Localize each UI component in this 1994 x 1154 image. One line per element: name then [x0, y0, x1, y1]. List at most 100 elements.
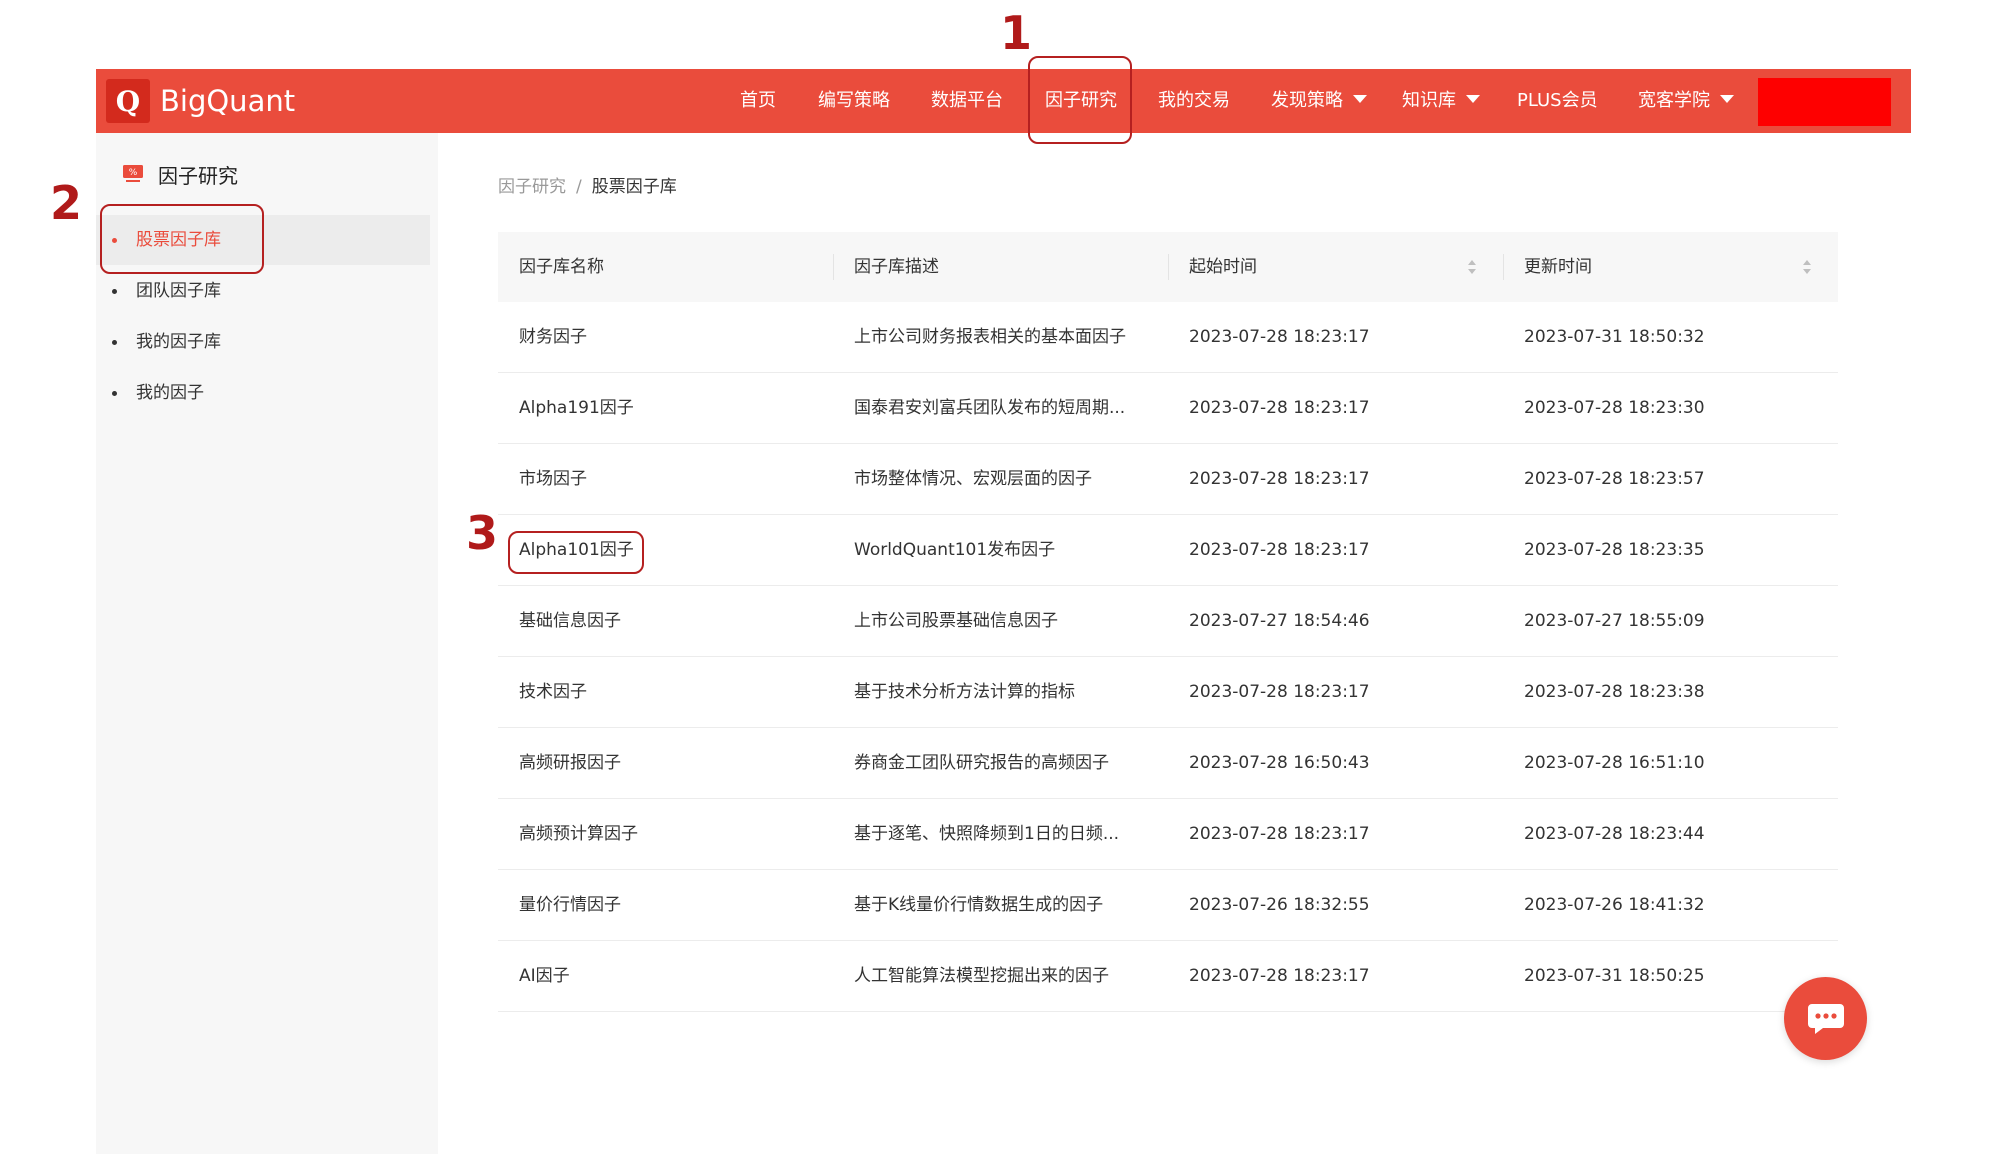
table-row[interactable]: 基础信息因子 上市公司股票基础信息因子 2023-07-27 18:54:46 …: [498, 586, 1838, 657]
cell-update-time: 2023-07-28 18:23:44: [1524, 824, 1705, 844]
cell-description: 国泰君安刘富兵团队发布的短周期...: [854, 398, 1126, 418]
nav-item-home[interactable]: 首页: [740, 69, 776, 133]
sidebar-item-label: 我的因子库: [136, 332, 221, 352]
cell-description: 基于技术分析方法计算的指标: [854, 682, 1075, 702]
cell-name[interactable]: 高频研报因子: [519, 728, 621, 798]
cell-name[interactable]: 市场因子: [519, 444, 587, 514]
table-row[interactable]: 量价行情因子 基于K线量价行情数据生成的因子 2023-07-26 18:32:…: [498, 870, 1838, 941]
brand-name: BigQuant: [160, 84, 296, 118]
column-header-update-time[interactable]: 更新时间: [1524, 232, 1592, 302]
logo-mark-icon: Q: [106, 79, 150, 123]
nav-item-label: 宽客学院: [1638, 90, 1710, 111]
breadcrumb-parent[interactable]: 因子研究: [498, 177, 566, 197]
cell-name[interactable]: 高频预计算因子: [519, 799, 638, 869]
cell-update-time: 2023-07-26 18:41:32: [1524, 895, 1705, 915]
cell-start-time: 2023-07-28 18:23:17: [1189, 682, 1370, 702]
table-row[interactable]: 市场因子 市场整体情况、宏观层面的因子 2023-07-28 18:23:17 …: [498, 444, 1838, 515]
table-row[interactable]: Alpha191因子 国泰君安刘富兵团队发布的短周期... 2023-07-28…: [498, 373, 1838, 444]
annotation-box-factor-research: [1028, 56, 1132, 144]
sidebar-item-my-factors[interactable]: 我的因子: [96, 368, 430, 418]
cell-update-time: 2023-07-28 18:23:38: [1524, 682, 1705, 702]
nav-item-plus-member[interactable]: PLUS会员: [1517, 69, 1598, 133]
cell-name[interactable]: 财务因子: [519, 302, 587, 372]
cell-description: 基于逐笔、快照降频到1日的日频...: [854, 824, 1120, 844]
nav-item-label: 发现策略: [1271, 90, 1343, 111]
factor-chart-icon: %: [123, 165, 143, 182]
column-header-name: 因子库名称: [519, 257, 604, 277]
user-area-redacted[interactable]: [1758, 78, 1891, 126]
chat-button[interactable]: [1784, 977, 1867, 1060]
table-header: 因子库名称 因子库描述 起始时间 更新时间: [498, 232, 1838, 302]
table-row[interactable]: 技术因子 基于技术分析方法计算的指标 2023-07-28 18:23:17 2…: [498, 657, 1838, 728]
sidebar-item-label: 我的因子: [136, 383, 204, 403]
cell-start-time: 2023-07-28 18:23:17: [1189, 398, 1370, 418]
cell-name[interactable]: Alpha191因子: [519, 373, 634, 443]
nav-item-label: 知识库: [1402, 90, 1456, 111]
table-row[interactable]: 高频研报因子 券商金工团队研究报告的高频因子 2023-07-28 16:50:…: [498, 728, 1838, 799]
cell-start-time: 2023-07-26 18:32:55: [1189, 895, 1370, 915]
sidebar-title: % 因子研究: [122, 159, 238, 189]
cell-description: 基于K线量价行情数据生成的因子: [854, 895, 1104, 915]
cell-update-time: 2023-07-28 18:23:57: [1524, 469, 1705, 489]
breadcrumb-separator: /: [576, 177, 582, 197]
sidebar-item-my-factor-library[interactable]: 我的因子库: [96, 317, 430, 367]
cell-start-time: 2023-07-28 18:23:17: [1189, 966, 1370, 986]
chat-bubble-icon: [1807, 1003, 1844, 1034]
caret-down-icon: [1353, 95, 1367, 103]
annotation-number-1: 1: [1000, 6, 1033, 60]
annotation-box-stock-factor-library: [100, 204, 264, 274]
annotation-box-alpha101: [508, 531, 644, 574]
cell-name[interactable]: AI因子: [519, 941, 570, 1011]
svg-text:%: %: [129, 168, 138, 178]
cell-start-time: 2023-07-28 18:23:17: [1189, 327, 1370, 347]
sidebar: % 因子研究 股票因子库 团队因子库 我的因子库 我的因子: [96, 133, 438, 1154]
cell-update-time: 2023-07-31 18:50:25: [1524, 966, 1705, 986]
breadcrumb: 因子研究 / 股票因子库: [498, 172, 677, 197]
nav-item-knowledge-base[interactable]: 知识库: [1402, 69, 1480, 133]
column-divider: [1168, 254, 1169, 280]
annotation-number-2: 2: [50, 176, 83, 230]
nav-item-discover-strategy[interactable]: 发现策略: [1271, 69, 1367, 133]
cell-description: 人工智能算法模型挖掘出来的因子: [854, 966, 1109, 986]
column-divider: [1503, 254, 1504, 280]
cell-start-time: 2023-07-28 18:23:17: [1189, 824, 1370, 844]
cell-update-time: 2023-07-27 18:55:09: [1524, 611, 1705, 631]
nav-item-write-strategy[interactable]: 编写策略: [818, 69, 890, 133]
table-row[interactable]: Alpha101因子 WorldQuant101发布因子 2023-07-28 …: [498, 515, 1838, 586]
table-row[interactable]: AI因子 人工智能算法模型挖掘出来的因子 2023-07-28 18:23:17…: [498, 941, 1838, 1012]
cell-update-time: 2023-07-28 18:23:30: [1524, 398, 1705, 418]
nav-item-data-platform[interactable]: 数据平台: [931, 69, 1003, 133]
table-row[interactable]: 财务因子 上市公司财务报表相关的基本面因子 2023-07-28 18:23:1…: [498, 302, 1838, 373]
cell-description: 上市公司股票基础信息因子: [854, 611, 1058, 631]
bullet-icon: [112, 289, 117, 294]
cell-start-time: 2023-07-27 18:54:46: [1189, 611, 1370, 631]
bullet-icon: [112, 391, 117, 396]
annotation-number-3: 3: [466, 506, 499, 560]
cell-name[interactable]: 技术因子: [519, 657, 587, 727]
cell-description: 上市公司财务报表相关的基本面因子: [854, 327, 1126, 347]
cell-name[interactable]: 基础信息因子: [519, 586, 621, 656]
cell-description: WorldQuant101发布因子: [854, 540, 1056, 560]
sort-icon[interactable]: [1467, 258, 1477, 276]
column-header-description: 因子库描述: [854, 257, 939, 277]
cell-update-time: 2023-07-31 18:50:32: [1524, 327, 1705, 347]
column-header-start-time[interactable]: 起始时间: [1189, 232, 1257, 302]
nav-item-my-trading[interactable]: 我的交易: [1158, 69, 1230, 133]
sidebar-title-label: 因子研究: [158, 163, 238, 188]
cell-description: 券商金工团队研究报告的高频因子: [854, 753, 1109, 773]
nav-item-quant-academy[interactable]: 宽客学院: [1638, 69, 1734, 133]
cell-start-time: 2023-07-28 18:23:17: [1189, 469, 1370, 489]
factor-library-table: 因子库名称 因子库描述 起始时间 更新时间 财务因子 上市公司财务报表相关的基本…: [498, 232, 1838, 1012]
cell-name[interactable]: 量价行情因子: [519, 870, 621, 940]
cell-update-time: 2023-07-28 18:23:35: [1524, 540, 1705, 560]
column-divider: [833, 254, 834, 280]
caret-down-icon: [1466, 95, 1480, 103]
top-navbar: Q BigQuant 首页 编写策略 数据平台 因子研究 我的交易 发现策略 知…: [96, 69, 1911, 133]
brand-logo[interactable]: Q BigQuant: [106, 79, 295, 123]
table-row[interactable]: 高频预计算因子 基于逐笔、快照降频到1日的日频... 2023-07-28 18…: [498, 799, 1838, 870]
bullet-icon: [112, 340, 117, 345]
sort-icon[interactable]: [1802, 258, 1812, 276]
sidebar-item-label: 团队因子库: [136, 281, 221, 301]
breadcrumb-current: 股票因子库: [591, 177, 677, 197]
cell-start-time: 2023-07-28 18:23:17: [1189, 540, 1370, 560]
